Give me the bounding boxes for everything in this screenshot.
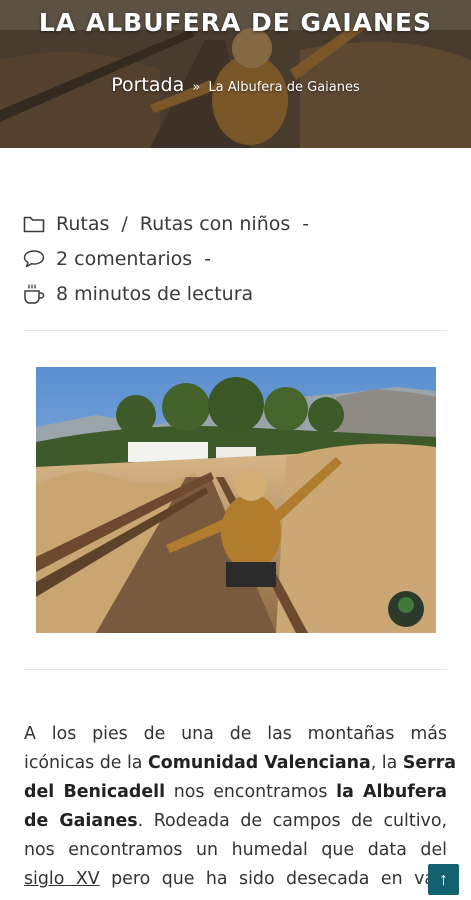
- comments-link[interactable]: 2 comentarios: [56, 248, 192, 270]
- breadcrumb-home-link[interactable]: Portada: [111, 74, 184, 96]
- image-divider: [24, 669, 447, 670]
- post-comments: 2 comentarios -: [22, 241, 447, 276]
- bold-text: Serra: [402, 753, 457, 773]
- article-line: de Gaianes. Rodeada de campos de cultivo…: [24, 811, 447, 831]
- comment-bubble-icon: [22, 247, 46, 271]
- breadcrumb: Portada » La Albufera de Gaianes: [0, 74, 471, 96]
- article-body: A los pies de una de las montañas más ic…: [24, 720, 457, 894]
- scroll-to-top-button[interactable]: ↑: [428, 864, 459, 895]
- article-line: A los pies de una de las montañas más: [24, 724, 447, 744]
- meta-dash: -: [204, 247, 212, 270]
- page-title: LA ALBUFERA DE GAIANES: [38, 8, 433, 37]
- reading-time: 8 minutos de lectura: [56, 282, 254, 305]
- coffee-cup-icon: [22, 282, 46, 306]
- folder-icon: [22, 212, 46, 236]
- article-line: nos encontramos un humedal que data del: [24, 840, 447, 860]
- post-meta: Rutas / Rutas con niños - 2 comentarios …: [22, 206, 447, 311]
- bold-text: Comunidad Valenciana: [147, 753, 371, 773]
- page-hero: LA ALBUFERA DE GAIANES Portada » La Albu…: [0, 0, 471, 148]
- article-line: icónicas de la Comunidad Valenciana, la …: [24, 753, 457, 773]
- meta-divider: [24, 330, 447, 331]
- category-link-rutas[interactable]: Rutas: [56, 213, 109, 235]
- meta-dash: -: [302, 212, 310, 235]
- featured-photo: [36, 367, 436, 633]
- siglo-xv-link[interactable]: siglo XV: [24, 869, 100, 889]
- article-line: siglo XV pero que ha sido desecada en va…: [24, 869, 447, 889]
- post-reading-time: 8 minutos de lectura: [22, 276, 447, 311]
- breadcrumb-current: La Albufera de Gaianes: [208, 80, 360, 95]
- bold-text: la Albufera: [336, 782, 447, 802]
- article-line: del Benicadell nos encontramos la Albufe…: [24, 782, 447, 802]
- category-link-rutas-con-ninos[interactable]: Rutas con niños: [140, 213, 290, 235]
- post-categories: Rutas / Rutas con niños -: [22, 206, 447, 241]
- featured-image: [36, 367, 436, 633]
- bold-text: de Gaianes: [24, 811, 138, 831]
- breadcrumb-separator: »: [192, 80, 201, 95]
- category-separator: /: [121, 212, 128, 235]
- bold-text: del Benicadell: [24, 782, 166, 802]
- arrow-up-icon: ↑: [439, 869, 448, 889]
